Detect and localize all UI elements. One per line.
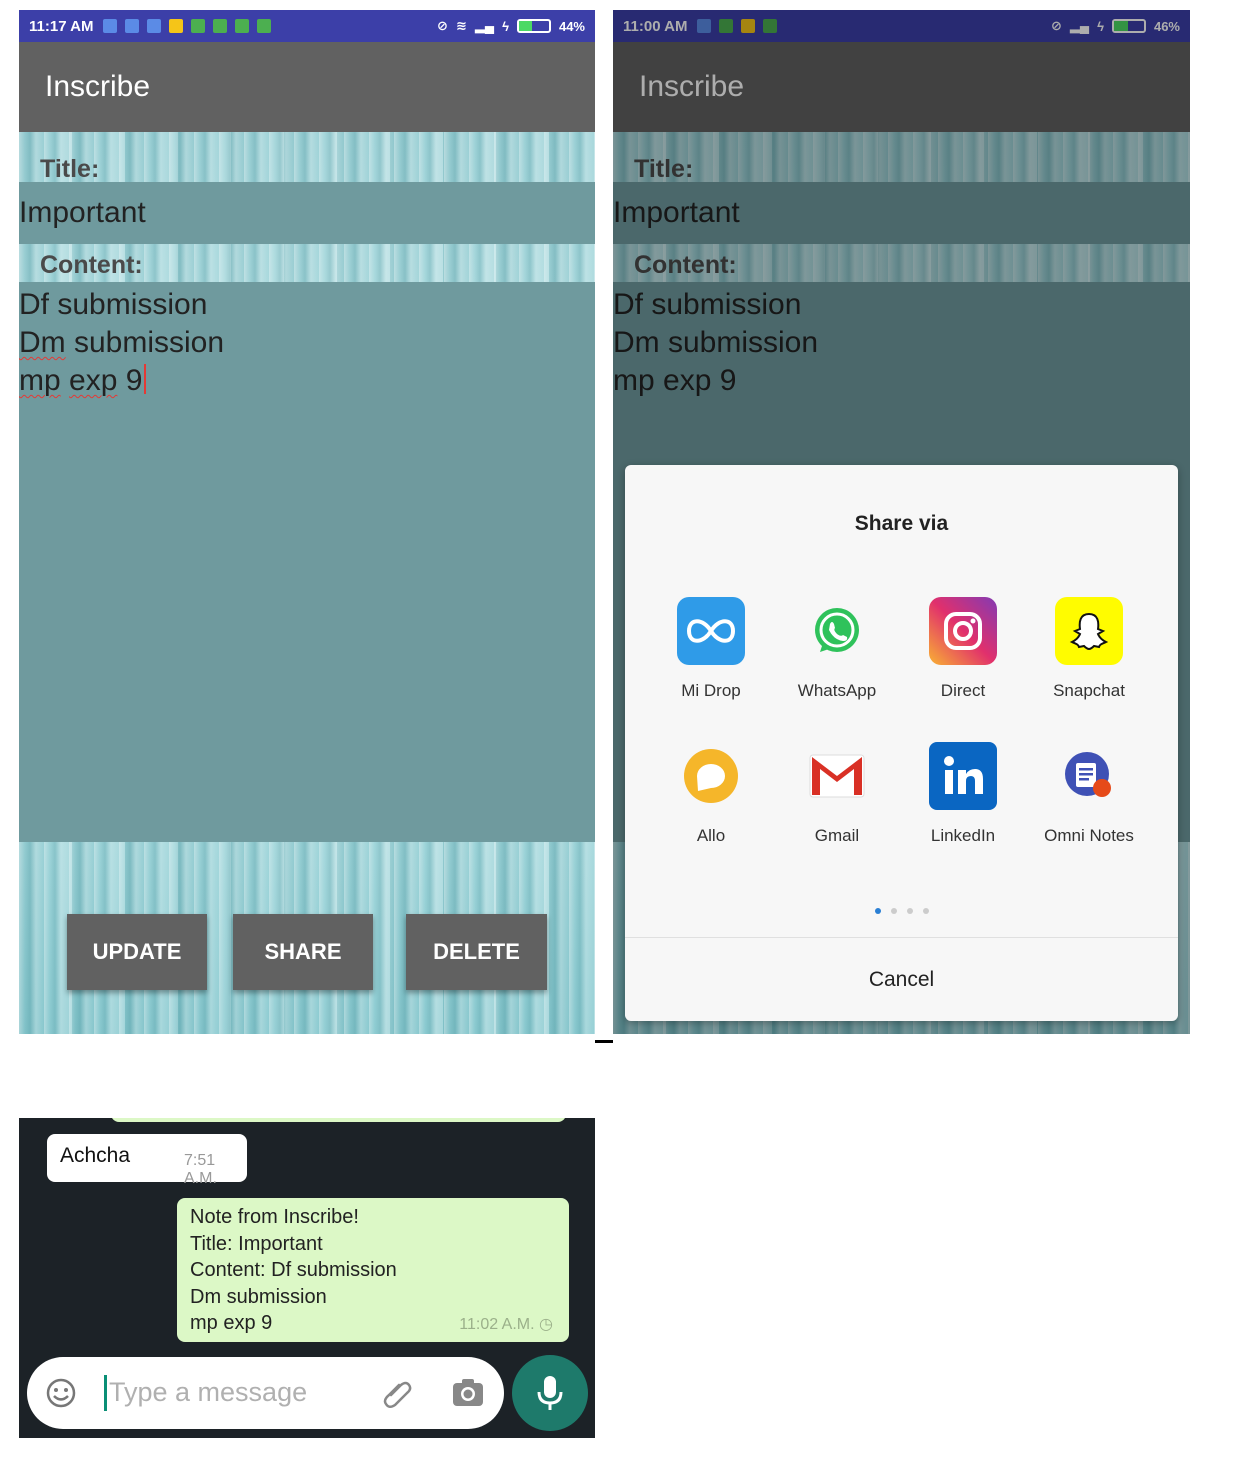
text-cursor bbox=[144, 364, 147, 394]
title-input[interactable]: Important bbox=[19, 182, 595, 244]
page-dot bbox=[922, 908, 929, 914]
title-value: Important bbox=[19, 196, 146, 229]
allo-icon bbox=[677, 742, 745, 810]
message-line: Content: Df submission bbox=[190, 1259, 397, 1281]
gmail-icon bbox=[803, 742, 871, 810]
share-target-gmail[interactable]: Gmail bbox=[774, 742, 900, 846]
whatsapp-chat: Achcha 7:51 A.M. Note from Inscribe! Tit… bbox=[19, 1118, 595, 1438]
share-target-snapchat[interactable]: Snapchat bbox=[1026, 597, 1152, 701]
text-cursor bbox=[104, 1375, 107, 1411]
emoji-icon[interactable] bbox=[45, 1377, 77, 1409]
message-line: Title: Important bbox=[190, 1232, 323, 1255]
page-dot bbox=[890, 908, 897, 914]
message-line: Note from Inscribe! bbox=[190, 1206, 359, 1228]
snapchat-icon bbox=[1055, 597, 1123, 665]
notification-icon bbox=[103, 19, 118, 33]
update-button[interactable]: UPDATE bbox=[67, 914, 207, 990]
notification-icon bbox=[125, 19, 140, 33]
mute-icon: ⊘ bbox=[437, 18, 448, 33]
mic-icon bbox=[537, 1376, 563, 1410]
share-target-label: LinkedIn bbox=[930, 826, 996, 845]
share-target-mi-drop[interactable]: Mi Drop bbox=[648, 597, 774, 701]
delete-button[interactable]: DELETE bbox=[406, 914, 547, 990]
content-input[interactable]: Df submission Dm submission mp exp 9 bbox=[19, 282, 595, 842]
charging-icon: ϟ bbox=[502, 18, 509, 34]
share-sheet: Share via Mi Drop WhatsApp Direct Snapch… bbox=[625, 465, 1178, 1021]
share-target-allo[interactable]: Allo bbox=[648, 742, 774, 846]
mic-button[interactable] bbox=[512, 1355, 588, 1431]
separator-dash bbox=[595, 1040, 613, 1043]
page-dot bbox=[874, 908, 881, 914]
share-target-direct[interactable]: Direct bbox=[900, 597, 1026, 701]
message-composer[interactable]: Type a message bbox=[27, 1357, 504, 1429]
message-time: 11:02 A.M. ◷ bbox=[459, 1316, 553, 1333]
message-line: mp exp 9 bbox=[190, 1312, 273, 1334]
signal-icon: ▂▄ bbox=[474, 18, 495, 33]
share-target-label: Allo bbox=[696, 826, 726, 845]
incoming-message[interactable]: Achcha 7:51 A.M. bbox=[47, 1134, 247, 1187]
share-target-label: Direct bbox=[940, 681, 986, 700]
outgoing-message[interactable]: Note from Inscribe! Title: Important Con… bbox=[177, 1198, 569, 1342]
message-line: Dm submission bbox=[190, 1285, 327, 1308]
note-editor-screen: 11:17 AM ⊘ ≋ ▂▄ ϟ 44% Inscribe Title: Im… bbox=[19, 10, 595, 1034]
android-icon bbox=[213, 19, 228, 33]
share-target-label: Snapchat bbox=[1053, 681, 1125, 700]
page-indicator bbox=[625, 901, 1178, 919]
omni-notes-icon bbox=[1055, 742, 1123, 810]
share-target-linkedin[interactable]: LinkedIn bbox=[900, 742, 1026, 846]
pending-clock-icon: ◷ bbox=[539, 1316, 553, 1333]
content-word: Dm bbox=[19, 326, 66, 359]
share-button[interactable]: SHARE bbox=[233, 914, 373, 990]
notification-icon bbox=[191, 19, 206, 33]
content-line: mp exp 9 bbox=[19, 362, 224, 400]
whatsapp-icon bbox=[803, 597, 871, 665]
status-time: 11:17 AM bbox=[29, 17, 94, 35]
title-label: Title: bbox=[40, 155, 100, 183]
linkedin-icon bbox=[929, 742, 997, 810]
message-time: 7:51 A.M. bbox=[184, 1152, 217, 1187]
previous-message bbox=[111, 1118, 566, 1122]
page-dot bbox=[906, 908, 913, 914]
message-text: Achcha bbox=[60, 1144, 131, 1167]
message-text: Note from Inscribe! Title: Important Con… bbox=[190, 1204, 397, 1337]
mi-drop-icon bbox=[677, 597, 745, 665]
notification-icon bbox=[257, 19, 272, 33]
notification-icon bbox=[147, 19, 162, 33]
content-text: Df submission Dm submission mp exp 9 bbox=[19, 286, 224, 400]
message-input[interactable]: Type a message bbox=[109, 1377, 307, 1408]
camera-icon[interactable] bbox=[451, 1377, 485, 1409]
battery-percent: 44% bbox=[558, 18, 585, 34]
battery-icon bbox=[516, 19, 551, 33]
share-target-whatsapp[interactable]: WhatsApp bbox=[774, 597, 900, 701]
status-bar: 11:17 AM ⊘ ≋ ▂▄ ϟ 44% bbox=[19, 10, 595, 42]
cancel-button[interactable]: Cancel bbox=[625, 937, 1178, 1021]
wifi-icon: ≋ bbox=[455, 18, 467, 33]
notification-icon bbox=[169, 19, 184, 33]
instagram-icon bbox=[929, 597, 997, 665]
attach-icon[interactable] bbox=[381, 1377, 413, 1409]
share-screen: 11:00 AM ⊘ ▂▄ ϟ 46% Inscribe Title: Impo… bbox=[613, 10, 1190, 1034]
android-icon bbox=[235, 19, 250, 33]
share-target-label: Omni Notes bbox=[1044, 826, 1134, 845]
content-line: Df submission bbox=[19, 288, 208, 321]
share-target-label: Gmail bbox=[814, 826, 860, 845]
content-label: Content: bbox=[40, 251, 143, 279]
share-target-label: Mi Drop bbox=[681, 681, 741, 700]
app-title: Inscribe bbox=[45, 70, 151, 103]
share-sheet-title: Share via bbox=[854, 512, 949, 535]
share-target-omni-notes[interactable]: Omni Notes bbox=[1026, 742, 1152, 846]
share-target-label: WhatsApp bbox=[797, 681, 877, 700]
content-line: Dm submission bbox=[19, 326, 225, 359]
app-bar: Inscribe bbox=[19, 42, 595, 132]
